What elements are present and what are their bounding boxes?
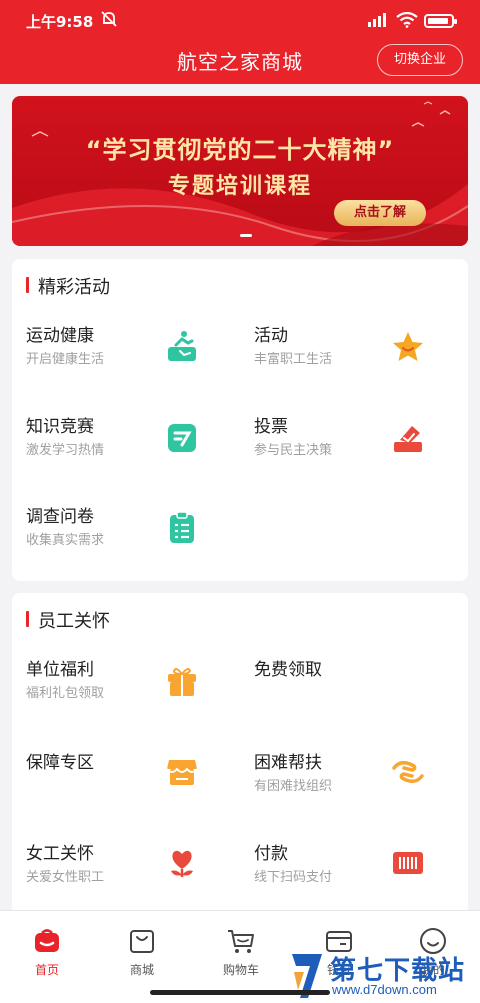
item-title: 困难帮扶 (254, 753, 322, 773)
survey-icon (170, 511, 194, 543)
item-subtitle: 开启健康生活 (26, 352, 105, 367)
switch-company-button[interactable]: 切换企业 (377, 44, 463, 76)
item-knowledge-quiz[interactable]: 知识竞赛 激发学习热情 (26, 412, 236, 472)
item-subtitle: 线下扫码支付 (254, 870, 333, 885)
item-subtitle: 丰富职工生活 (254, 352, 333, 367)
item-title: 调查问卷 (26, 507, 94, 527)
banner-headline: “学习贯彻党的二十大精神” (85, 136, 395, 164)
item-subtitle: 福利礼包领取 (26, 686, 105, 701)
watermark-url: www.d7down.com (332, 982, 437, 997)
status-bar: 上午9:58 (0, 0, 480, 40)
app-header: 上午9:58 航空之家商城 切换企业 (0, 0, 480, 84)
item-title: 运动健康 (26, 326, 94, 346)
item-subtitle: 关爱女性职工 (26, 870, 105, 885)
mute-bell-icon (101, 11, 117, 27)
tab-mall[interactable]: 商城 (102, 927, 182, 978)
quiz-icon (168, 424, 196, 452)
running-icon (168, 331, 196, 361)
activities-card: 精彩活动 运动健康 开启健康生活 活动 丰富职工生活 知识竞赛 激发学习热情 投… (12, 259, 468, 581)
wifi-icon (396, 12, 418, 28)
item-payment[interactable]: 付款 线下扫码支付 (254, 839, 464, 899)
item-female-worker-care[interactable]: 女工关怀 关爱女性职工 (26, 839, 236, 899)
item-title: 保障专区 (26, 753, 94, 773)
item-activity[interactable]: 活动 丰富职工生活 (254, 321, 464, 381)
item-hardship-assistance[interactable]: 困难帮扶 有困难找组织 (254, 748, 464, 808)
gift-icon (168, 668, 196, 696)
item-security-zone[interactable]: 保障专区 (26, 748, 236, 808)
heart-flower-icon (171, 850, 193, 877)
item-subtitle: 有困难找组织 (254, 779, 333, 794)
tab-home[interactable]: 首页 (7, 927, 87, 978)
status-time: 上午9:58 (26, 13, 94, 31)
item-survey[interactable]: 调查问卷 收集真实需求 (26, 502, 236, 562)
item-subtitle: 收集真实需求 (26, 533, 105, 548)
carousel-indicator (240, 234, 252, 237)
home-icon (35, 929, 59, 952)
help-hands-icon (392, 760, 424, 784)
barcode-icon (393, 852, 423, 874)
home-indicator[interactable] (150, 990, 330, 995)
item-title: 免费领取 (254, 660, 322, 680)
item-title: 知识竞赛 (26, 417, 94, 437)
tab-cart[interactable]: 购物车 (201, 927, 281, 978)
employee-care-card: 员工关怀 单位福利 福利礼包领取 免费领取 保障专区 困难帮扶 有困难找组织 女… (12, 593, 468, 923)
item-title: 单位福利 (26, 660, 94, 680)
star-icon (393, 332, 423, 361)
item-free-claim[interactable]: 免费领取 (254, 655, 464, 715)
shop-icon (166, 760, 198, 785)
item-sports-health[interactable]: 运动健康 开启健康生活 (26, 321, 236, 381)
item-unit-welfare[interactable]: 单位福利 福利礼包领取 (26, 655, 236, 715)
battery-icon (424, 14, 457, 28)
tab-label: 商城 (129, 963, 154, 977)
item-subtitle: 激发学习热情 (26, 443, 105, 458)
vote-icon (394, 426, 422, 452)
activities-section-title: 精彩活动 (26, 273, 110, 299)
item-title: 付款 (254, 844, 288, 864)
cart-icon (228, 930, 254, 953)
tab-label: 首页 (34, 963, 59, 977)
item-title: 活动 (254, 326, 288, 346)
banner-learn-more-button[interactable]: 点击了解 (334, 200, 426, 226)
tab-label: 购物车 (222, 963, 259, 977)
item-subtitle: 参与民主决策 (254, 443, 333, 458)
item-title: 投票 (254, 417, 288, 437)
mall-bag-icon (130, 930, 154, 953)
signal-icon (368, 13, 386, 27)
promo-banner[interactable]: “学习贯彻党的二十大精神” 专题培训课程 点击了解 (12, 96, 468, 246)
item-title: 女工关怀 (26, 844, 94, 864)
banner-subheadline: 专题培训课程 (167, 174, 312, 199)
care-section-title: 员工关怀 (26, 607, 110, 633)
item-vote[interactable]: 投票 参与民主决策 (254, 412, 464, 472)
